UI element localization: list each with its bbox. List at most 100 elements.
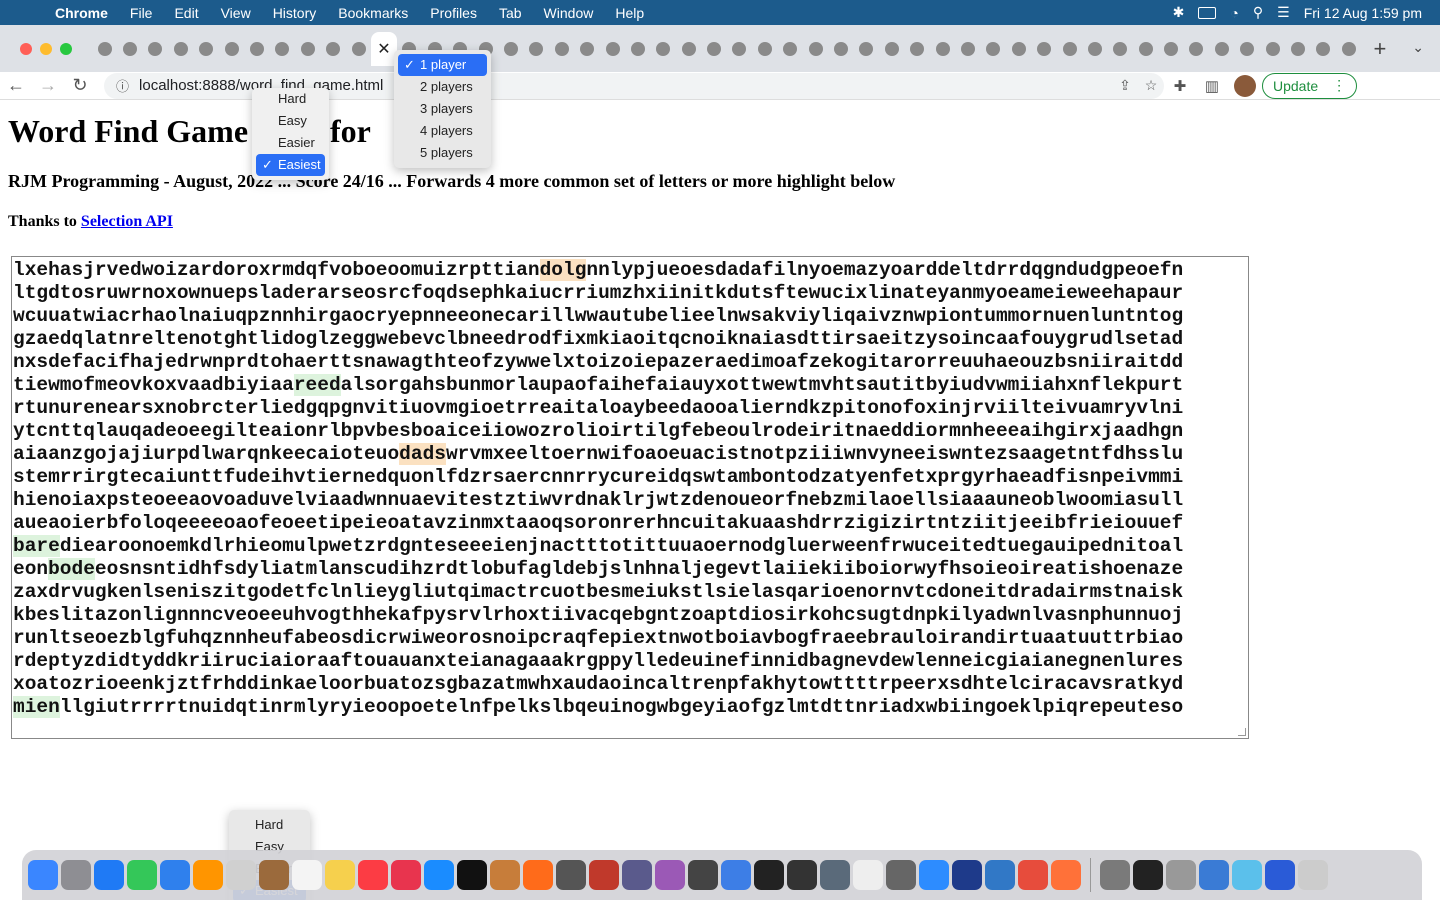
browser-tab[interactable] — [981, 32, 1006, 66]
dock-app-icon[interactable] — [292, 860, 322, 890]
menu-help[interactable]: Help — [604, 5, 655, 21]
difficulty-option[interactable]: Easier — [256, 132, 325, 154]
browser-tab[interactable] — [244, 32, 269, 66]
browser-tab[interactable] — [651, 32, 676, 66]
browser-tab[interactable] — [219, 32, 244, 66]
active-tab[interactable]: ✕ — [371, 31, 397, 66]
browser-tab[interactable] — [1082, 32, 1107, 66]
dock-app-icon[interactable] — [490, 860, 520, 890]
zoom-window-button[interactable] — [60, 42, 72, 55]
dock-app-icon[interactable] — [787, 860, 817, 890]
dock-app-icon[interactable] — [721, 860, 751, 890]
more-menu-icon[interactable]: ⋮ — [1332, 77, 1346, 94]
browser-tab[interactable] — [727, 32, 752, 66]
profile-avatar[interactable] — [1234, 74, 1256, 97]
dock-app-icon[interactable] — [589, 860, 619, 890]
battery-icon[interactable] — [1198, 6, 1217, 19]
players-dropdown[interactable]: ✓ 1 player 2 players 3 players 4 players 5 pl… — [394, 50, 491, 168]
control-center-icon[interactable]: ☰ — [1277, 4, 1290, 21]
dock-app-icon[interactable] — [391, 860, 421, 890]
browser-tab[interactable] — [1133, 32, 1158, 66]
browser-tab[interactable] — [321, 32, 346, 66]
dock-app-icon[interactable] — [457, 860, 487, 890]
browser-tab[interactable] — [1285, 32, 1310, 66]
back-arrow-icon[interactable]: ← — [0, 75, 32, 96]
browser-tab[interactable] — [676, 32, 701, 66]
dock-app-icon[interactable] — [325, 860, 355, 890]
browser-tab[interactable] — [1057, 32, 1082, 66]
dock-app-icon[interactable] — [556, 860, 586, 890]
browser-tab[interactable] — [270, 32, 295, 66]
difficulty-option[interactable]: ✓ Easiest — [256, 154, 325, 176]
dock-app-icon[interactable] — [1232, 860, 1262, 890]
menu-history[interactable]: History — [262, 5, 328, 21]
dock-app-icon[interactable] — [1265, 860, 1295, 890]
side-panel-icon[interactable]: ▥ — [1196, 77, 1228, 95]
browser-tab[interactable] — [1260, 32, 1285, 66]
browser-tab[interactable] — [1031, 32, 1056, 66]
dock-app-icon[interactable] — [919, 860, 949, 890]
new-tab-button[interactable]: + — [1374, 36, 1387, 62]
dock-app-icon[interactable] — [226, 860, 256, 890]
dock-app-icon[interactable] — [1166, 860, 1196, 890]
dock-app-icon[interactable] — [655, 860, 685, 890]
browser-tab[interactable] — [955, 32, 980, 66]
dock-app-icon[interactable] — [1100, 860, 1130, 890]
players-option[interactable]: 3 players — [398, 98, 487, 120]
dock-app-icon[interactable] — [688, 860, 718, 890]
dock-app-icon[interactable] — [622, 860, 652, 890]
browser-tab[interactable] — [803, 32, 828, 66]
players-option[interactable]: ✓ 1 player — [398, 54, 487, 76]
browser-tab[interactable] — [1209, 32, 1234, 66]
browser-tab[interactable] — [168, 32, 193, 66]
browser-tab[interactable] — [778, 32, 803, 66]
players-option[interactable]: 4 players — [398, 120, 487, 142]
menu-file[interactable]: File — [119, 5, 164, 21]
menu-profiles[interactable]: Profiles — [419, 5, 488, 21]
bluetooth-icon[interactable]: ✱ — [1173, 4, 1185, 21]
browser-tab[interactable] — [701, 32, 726, 66]
browser-tab[interactable] — [1006, 32, 1031, 66]
dock-app-icon[interactable] — [1133, 860, 1163, 890]
browser-tab[interactable] — [930, 32, 955, 66]
extensions-puzzle-icon[interactable]: ✚ — [1164, 77, 1196, 95]
browser-tab[interactable] — [143, 32, 168, 66]
dock-app-icon[interactable] — [61, 860, 91, 890]
browser-tab[interactable] — [1336, 32, 1361, 66]
tab-search-chevron-icon[interactable]: ⌄ — [1412, 39, 1424, 56]
close-window-button[interactable] — [20, 42, 32, 55]
browser-tab[interactable] — [1235, 32, 1260, 66]
difficulty-option[interactable]: Hard — [256, 88, 325, 110]
browser-tab[interactable] — [879, 32, 904, 66]
browser-tab[interactable] — [549, 32, 574, 66]
menu-view[interactable]: View — [210, 5, 262, 21]
wifi-icon[interactable]: ◔ — [1230, 5, 1238, 21]
reload-icon[interactable]: ↻ — [64, 75, 96, 96]
dock-app-icon[interactable] — [820, 860, 850, 890]
dock-app-icon[interactable] — [259, 860, 289, 890]
menubar-clock[interactable]: Fri 12 Aug 1:59 pm — [1304, 5, 1422, 21]
browser-tab[interactable] — [752, 32, 777, 66]
minimize-window-button[interactable] — [40, 42, 52, 55]
close-tab-icon[interactable]: ✕ — [377, 39, 390, 59]
browser-tab[interactable] — [1158, 32, 1183, 66]
dock-app-icon[interactable] — [1018, 860, 1048, 890]
browser-tab[interactable] — [524, 32, 549, 66]
dock-app-icon[interactable] — [358, 860, 388, 890]
resize-handle-icon[interactable] — [1238, 728, 1246, 736]
browser-tab[interactable] — [194, 32, 219, 66]
browser-tab[interactable] — [1184, 32, 1209, 66]
dock-app-icon[interactable] — [127, 860, 157, 890]
dock-app-icon[interactable] — [28, 860, 58, 890]
dock-app-icon[interactable] — [193, 860, 223, 890]
menu-edit[interactable]: Edit — [163, 5, 209, 21]
browser-tab[interactable] — [346, 32, 371, 66]
players-option[interactable]: 5 players — [398, 142, 487, 164]
browser-tab[interactable] — [1108, 32, 1133, 66]
dock-app-icon[interactable] — [985, 860, 1015, 890]
forward-arrow-icon[interactable]: → — [32, 75, 64, 96]
browser-tab[interactable] — [854, 32, 879, 66]
spotlight-search-icon[interactable]: ⚲ — [1253, 4, 1263, 21]
browser-tab[interactable] — [625, 32, 650, 66]
dock-app-icon[interactable] — [1298, 860, 1328, 890]
